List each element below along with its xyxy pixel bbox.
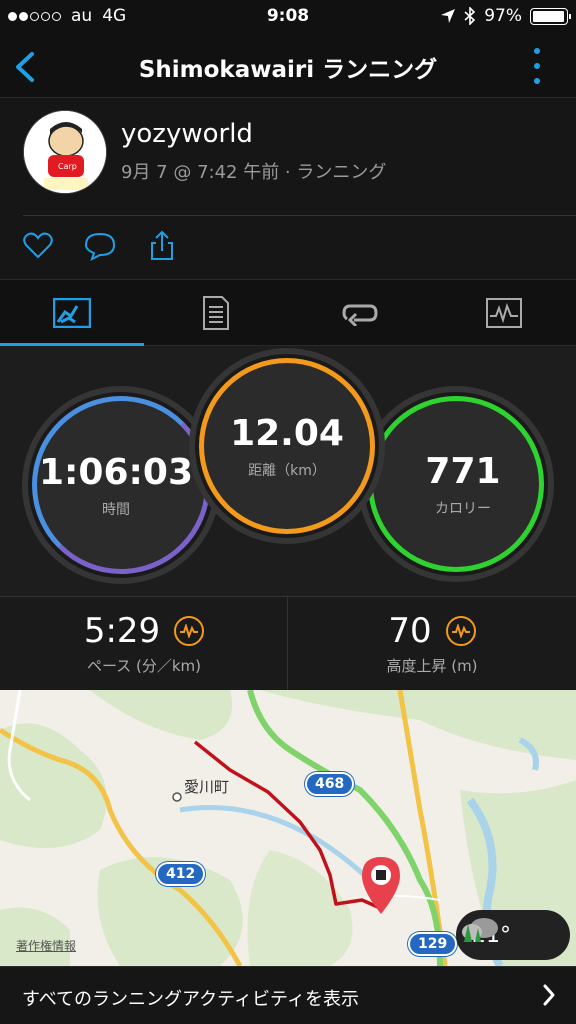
svg-text:Carp: Carp xyxy=(58,162,77,171)
distance-ring: 12.04 距離（km） xyxy=(189,348,385,544)
share-icon[interactable] xyxy=(146,229,178,263)
tab-bar xyxy=(0,279,576,346)
time-value: 1:06:03 xyxy=(38,451,194,493)
route-shield-129: 129 xyxy=(408,932,458,956)
activity-header: Carp yozyworld 9月 7 @ 7:42 午前 · ランニング xyxy=(0,99,576,279)
all-activities-link[interactable]: すべてのランニングアクティビティを表示 xyxy=(0,966,576,1024)
details-tab-icon xyxy=(203,296,229,330)
status-bar: au 4G 9:08 97% xyxy=(0,0,576,36)
chart-tab-icon xyxy=(486,298,522,328)
time-ring: 1:06:03 時間 xyxy=(22,386,220,584)
divider xyxy=(23,215,576,216)
pace-stat[interactable]: 5:29 ペース (分／km) xyxy=(0,597,288,691)
tab-details[interactable] xyxy=(144,280,288,346)
pace-label: ペース (分／km) xyxy=(86,657,202,675)
stats-tab-icon xyxy=(53,298,91,328)
copyright-link[interactable]: 著作権情報 xyxy=(16,937,76,954)
elevation-stat[interactable]: 70 高度上昇 (m) xyxy=(288,597,576,691)
laps-tab-icon xyxy=(342,304,378,326)
elevation-value: 70 xyxy=(388,611,432,651)
battery-percent: 97% xyxy=(484,6,522,26)
pace-value: 5:29 xyxy=(83,611,161,651)
avatar[interactable]: Carp xyxy=(23,110,107,194)
time-label: 時間 xyxy=(102,501,130,518)
cloudy-weather-icon xyxy=(462,918,498,942)
calories-ring: 771 カロリー xyxy=(358,386,554,582)
route-shield-468: 468 xyxy=(305,772,355,796)
elevation-label: 高度上昇 (m) xyxy=(386,657,478,675)
stats-panel: 1:06:03 時間 771 カロリー 12.04 距離（km） xyxy=(0,346,576,596)
tab-chart[interactable] xyxy=(432,280,576,346)
more-vertical-icon[interactable] xyxy=(532,48,542,84)
comment-icon[interactable] xyxy=(84,229,116,263)
like-icon[interactable] xyxy=(22,229,54,263)
sub-stats: 5:29 ペース (分／km) 70 高度上昇 (m) xyxy=(0,596,576,691)
chevron-right-icon xyxy=(543,984,555,1006)
battery-icon xyxy=(530,7,571,25)
finish-marker-icon[interactable] xyxy=(358,854,404,916)
all-activities-text: すべてのランニングアクティビティを表示 xyxy=(22,989,359,1010)
distance-value: 12.04 xyxy=(230,412,344,454)
tab-laps[interactable] xyxy=(288,280,432,346)
distance-label: 距離（km） xyxy=(248,462,326,479)
activity-meta: 9月 7 @ 7:42 午前 · ランニング xyxy=(121,162,387,183)
tab-stats[interactable] xyxy=(0,280,144,346)
bluetooth-icon xyxy=(464,7,476,25)
weather-badge[interactable]: 21° xyxy=(456,910,570,960)
route-map[interactable]: 愛川町 468 412 129 著作権情報 21° xyxy=(0,690,576,966)
route-shield-412: 412 xyxy=(156,862,206,886)
navigation-bar: Shimokawairi ランニング xyxy=(0,36,576,98)
activity-title: Shimokawairi ランニング xyxy=(138,57,438,83)
username[interactable]: yozyworld xyxy=(121,119,253,149)
pulse-icon xyxy=(445,616,476,646)
location-arrow-icon xyxy=(441,9,456,23)
pulse-icon xyxy=(174,616,205,646)
calories-value: 771 xyxy=(425,450,501,492)
back-chevron-icon[interactable] xyxy=(10,50,40,84)
calories-label: カロリー xyxy=(435,500,491,517)
town-label: 愛川町 xyxy=(184,778,230,796)
